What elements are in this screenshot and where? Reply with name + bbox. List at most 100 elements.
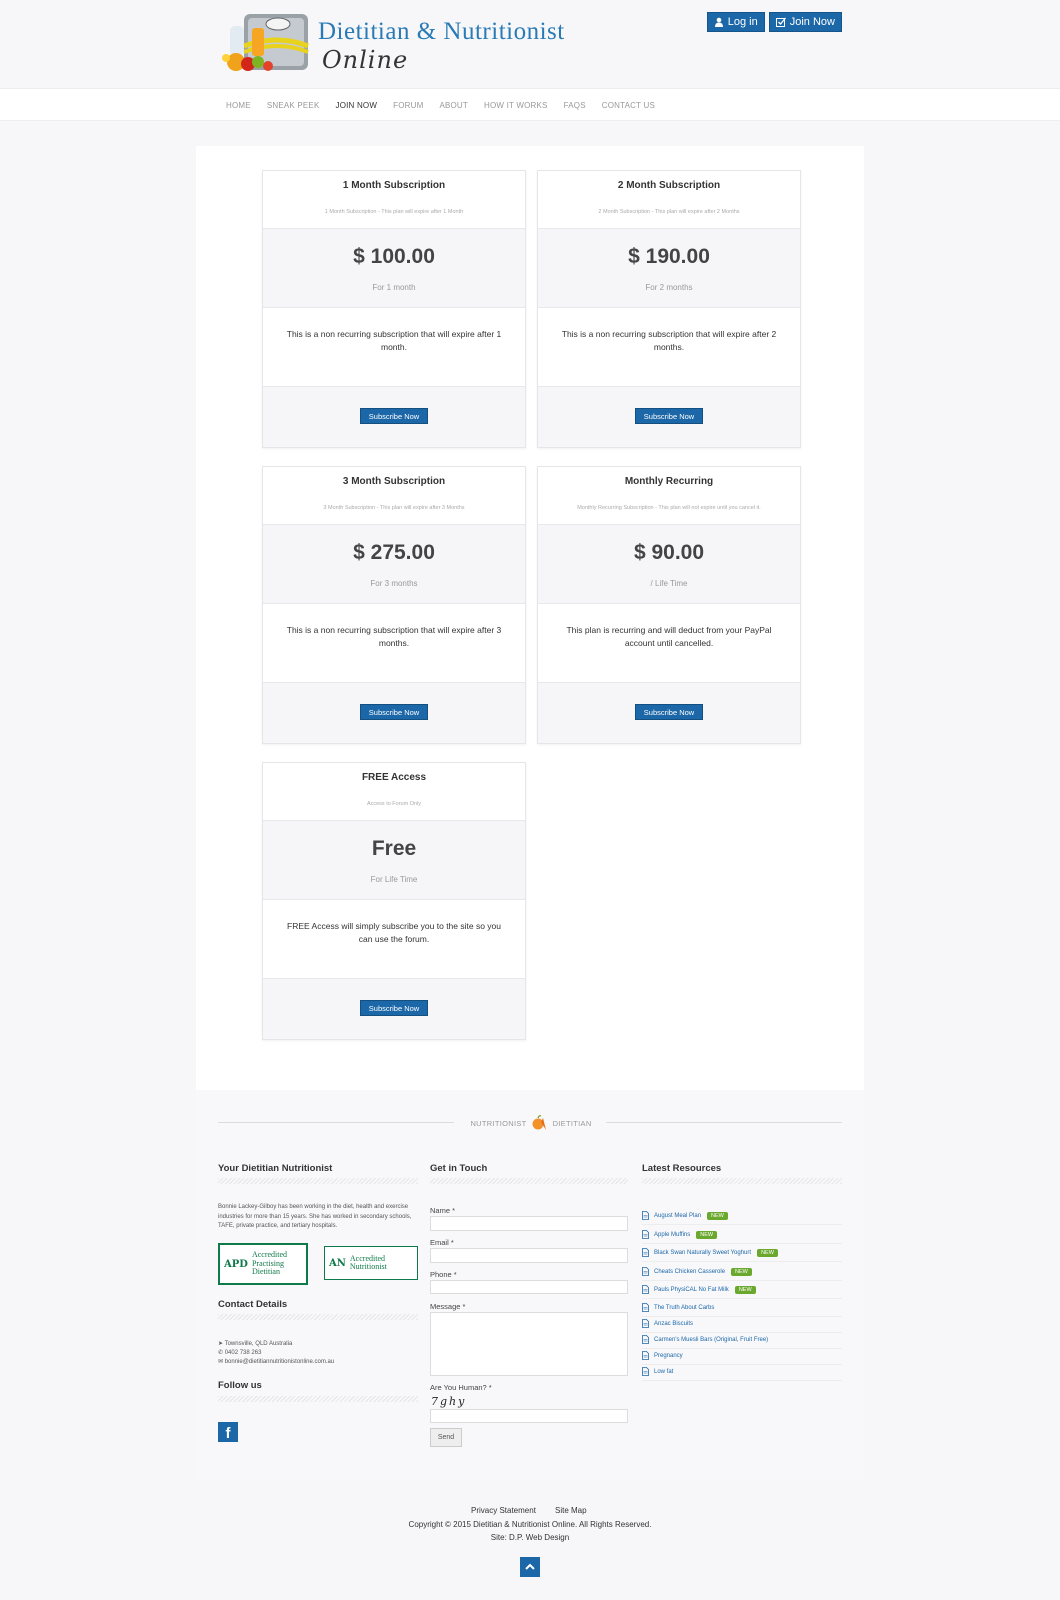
plan-price-box: $ 90.00 / Life Time (538, 525, 800, 603)
apd-certification-badge: APD Accredited Practising Dietitian (218, 1243, 308, 1285)
site-credit-text: Site: D.P. Web Design (490, 1533, 570, 1542)
resource-link[interactable]: Pauls PhysiCAL No Fat Milk (654, 1287, 729, 1293)
plan-title: FREE Access (361, 772, 427, 783)
back-to-top-button[interactable] (520, 1557, 540, 1577)
footer-divider-right (606, 1122, 842, 1123)
resource-link[interactable]: August Meal Plan (654, 1213, 701, 1219)
subscribe-now-button[interactable]: Subscribe Now (360, 704, 428, 720)
plan-price: $ 90.00 (633, 541, 705, 564)
plan-body-text: This plan is recurring and will deduct f… (538, 603, 800, 683)
new-badge: NEW (707, 1211, 728, 1220)
contact-email[interactable]: ✉ bonnie@dietitiannutritionistonline.com… (218, 1358, 334, 1368)
badge-right-text: DIETITIAN (552, 1118, 592, 1128)
nav-item-contact-us[interactable]: CONTACT US (602, 101, 655, 110)
apd-label: Accredited Practising Dietitian (251, 1250, 288, 1277)
plan-description: Access to Forum Only (366, 801, 422, 807)
nav-item-how-it-works[interactable]: HOW IT WORKS (484, 101, 548, 110)
plan-price-box: $ 275.00 For 3 months (263, 525, 525, 603)
captcha-image: 7ghy (431, 1395, 467, 1408)
resource-link[interactable]: Pregnancy (654, 1353, 683, 1359)
plan-description: Monthly Recurring Subscription - This pl… (577, 505, 761, 511)
name-field[interactable] (430, 1216, 628, 1231)
resource-item[interactable]: Cheats Chicken Casserole NEW (642, 1263, 842, 1281)
resource-link[interactable]: The Truth About Carbs (654, 1305, 714, 1311)
nav-item-about[interactable]: ABOUT (439, 101, 468, 110)
resource-link[interactable]: Black Swan Naturally Sweet Yoghurt (654, 1250, 751, 1256)
plan-header: 3 Month Subscription 3 Month Subscription… (263, 467, 525, 525)
subscribe-now-button[interactable]: Subscribe Now (360, 1000, 428, 1016)
plan-price-box: $ 190.00 For 2 months (538, 229, 800, 307)
send-button[interactable]: Send (430, 1428, 462, 1447)
new-badge: NEW (757, 1248, 778, 1257)
resource-link[interactable]: Anzac Biscuits (654, 1321, 693, 1327)
login-label: Log in (727, 16, 758, 28)
footer-divider-left (218, 1122, 454, 1123)
apple-carrot-icon (532, 1115, 546, 1130)
plan-header: Monthly Recurring Monthly Recurring Subsc… (538, 467, 800, 525)
auth-buttons: Log in Join Now (706, 12, 842, 32)
plan-title: 2 Month Subscription (617, 180, 721, 191)
resource-link[interactable]: Apple Muffins (654, 1232, 690, 1238)
nav-item-join-now[interactable]: JOIN NOW (336, 101, 378, 110)
nav-item-forum[interactable]: FORUM (393, 101, 423, 110)
site-map-link[interactable]: Site Map (555, 1506, 587, 1515)
message-field[interactable] (430, 1312, 628, 1376)
resource-item[interactable]: August Meal Plan NEW (642, 1207, 842, 1225)
document-icon (642, 1248, 649, 1257)
col1-bio-text: Bonnie Lackey-Gilboy has been working in… (218, 1204, 412, 1229)
email-text[interactable]: bonnie@dietitiannutritionistonline.com.a… (225, 1359, 335, 1365)
document-icon (642, 1211, 649, 1220)
plan-price-box: $ 100.00 For 1 month (263, 229, 525, 307)
plan-period: For Life Time (370, 875, 418, 884)
plan-body-text: This is a non recurring subscription tha… (538, 307, 800, 387)
email-icon: ✉ (218, 1359, 224, 1365)
copyright-text: Copyright © 2015 Dietitian & Nutritionis… (408, 1520, 652, 1529)
resource-link[interactable]: Low fat (654, 1369, 673, 1375)
user-icon (714, 17, 723, 27)
facebook-icon[interactable]: f (218, 1422, 238, 1442)
plan-description: 2 Month Subscription - This plan will ex… (598, 209, 740, 215)
follow-hatch (218, 1396, 418, 1402)
resource-item[interactable]: Black Swan Naturally Sweet Yoghurt NEW (642, 1244, 842, 1262)
document-icon (642, 1319, 649, 1328)
plan-price: $ 190.00 (628, 245, 710, 268)
resource-link[interactable]: Carmen's Muesli Bars (Original, Fruit Fr… (654, 1337, 768, 1343)
document-icon (642, 1267, 649, 1276)
resource-item[interactable]: Low fat (642, 1363, 842, 1381)
plan-period: / Life Time (650, 579, 688, 588)
nav-item-sneak-peek[interactable]: SNEAK PEEK (267, 101, 320, 110)
an-label: Accredited Nutritionist (349, 1253, 387, 1271)
email-label: Email * (430, 1238, 454, 1247)
join-now-button[interactable]: Join Now (768, 12, 842, 32)
privacy-statement-link[interactable]: Privacy Statement (471, 1506, 536, 1515)
email-field[interactable] (430, 1248, 628, 1263)
site-header: Dietitian & Nutritionist Online Log in J… (0, 0, 1060, 88)
chevron-up-icon (525, 1563, 535, 1570)
nav-item-home[interactable]: HOME (226, 101, 251, 110)
plan-card: Monthly Recurring Monthly Recurring Subsc… (537, 466, 801, 744)
login-button[interactable]: Log in (706, 12, 765, 32)
subscribe-now-button[interactable]: Subscribe Now (360, 408, 428, 424)
plan-period: For 1 month (372, 283, 416, 292)
resource-item[interactable]: Pauls PhysiCAL No Fat Milk NEW (642, 1281, 842, 1299)
resource-item[interactable]: Apple Muffins NEW (642, 1226, 842, 1244)
badge-left-text: NUTRITIONIST (470, 1118, 527, 1128)
resource-link[interactable]: Cheats Chicken Casserole (654, 1269, 725, 1275)
col1-hatch (218, 1178, 418, 1184)
col1-title: Your Dietitian Nutritionist (218, 1163, 333, 1174)
captcha-field[interactable] (430, 1409, 628, 1423)
nav-item-faqs[interactable]: FAQS (564, 101, 586, 110)
site-logo[interactable]: Dietitian & Nutritionist Online (222, 12, 582, 76)
plan-price: Free (371, 837, 417, 860)
location-icon: ➤ (218, 1341, 224, 1347)
subscribe-now-button[interactable]: Subscribe Now (635, 408, 703, 424)
phone-field[interactable] (430, 1280, 628, 1294)
subscribe-now-button[interactable]: Subscribe Now (635, 704, 703, 720)
plan-title: Monthly Recurring (624, 476, 714, 487)
plan-price-box: Free For Life Time (263, 821, 525, 899)
plan-card: 1 Month Subscription 1 Month Subscription… (262, 170, 526, 448)
plan-title: 1 Month Subscription (342, 180, 446, 191)
plan-period: For 3 months (370, 579, 418, 588)
document-icon (642, 1285, 649, 1294)
checkbox-icon (775, 17, 786, 27)
